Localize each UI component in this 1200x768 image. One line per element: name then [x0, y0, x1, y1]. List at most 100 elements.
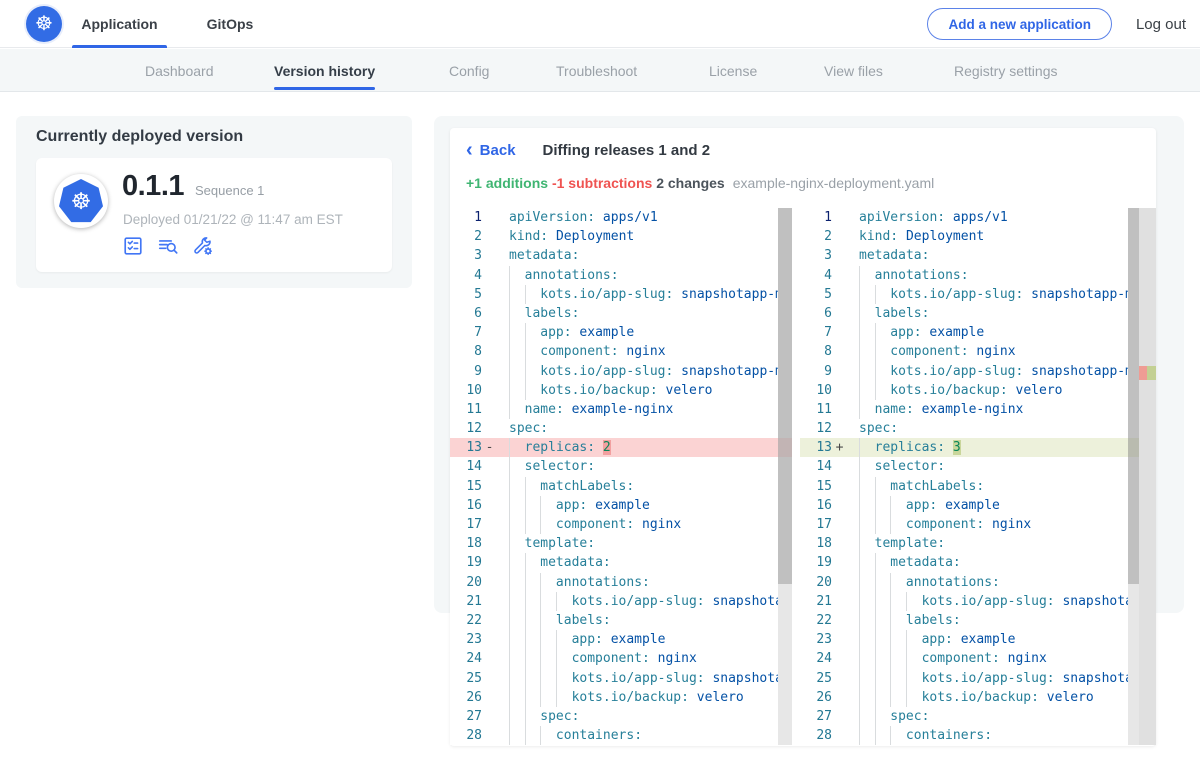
- add-application-button[interactable]: Add a new application: [927, 8, 1112, 40]
- nav-tab-gitops[interactable]: GitOps: [198, 0, 262, 47]
- line-number: 8: [450, 342, 482, 361]
- diff-marker: [482, 496, 497, 515]
- indent-guide: [525, 707, 541, 726]
- indent-guide: [859, 304, 875, 323]
- code-line: 10kots.io/backup: velero: [800, 381, 1156, 400]
- code-text: component: nginx: [497, 515, 792, 534]
- code-line: 9kots.io/app-slug: snapshotapp-mu: [450, 362, 792, 381]
- editor-scrollbar[interactable]: [778, 208, 792, 745]
- yaml-key: component:: [890, 344, 968, 359]
- yaml-value: snapshotapp-mu: [1031, 287, 1141, 302]
- indent-guide: [890, 688, 906, 707]
- yaml-key: annotations:: [556, 575, 650, 590]
- diff-marker: [832, 669, 847, 688]
- indent-guide: [525, 285, 541, 304]
- yaml-value: example: [595, 498, 650, 513]
- indent-guide: [859, 688, 875, 707]
- yaml-key: apiVersion:: [509, 210, 595, 225]
- indent-guide: [859, 553, 875, 572]
- line-number: 18: [800, 534, 832, 553]
- subtab-version-history[interactable]: Version history: [274, 49, 375, 92]
- subtab-config[interactable]: Config: [449, 49, 489, 92]
- subtab-troubleshoot[interactable]: Troubleshoot: [556, 49, 637, 92]
- code-line: 18template:: [450, 534, 792, 553]
- yaml-value: nginx: [1008, 651, 1047, 666]
- indent-guide: [875, 553, 891, 572]
- indent-guide: [509, 362, 525, 381]
- line-number: 16: [450, 496, 482, 515]
- code-text: app: example: [847, 323, 1156, 342]
- code-line: 4annotations:: [450, 266, 792, 285]
- yaml-value: example: [579, 325, 634, 340]
- code-line: 5kots.io/app-slug: snapshotapp-mu: [800, 285, 1156, 304]
- subtab-registry-settings[interactable]: Registry settings: [954, 49, 1057, 92]
- code-text: spec:: [497, 419, 792, 438]
- code-line: 15matchLabels:: [450, 477, 792, 496]
- indent-guide: [525, 477, 541, 496]
- yaml-key: labels:: [525, 306, 580, 321]
- logout-button[interactable]: Log out: [1136, 0, 1186, 48]
- indent-guide: [525, 592, 541, 611]
- indent-guide: [540, 496, 556, 515]
- overview-ruler: [1139, 208, 1156, 745]
- editor-scrollbar[interactable]: [1128, 208, 1139, 745]
- code-line: 24component: nginx: [450, 649, 792, 668]
- indent-guide: [525, 553, 541, 572]
- ruler-deletion-mark: [1139, 366, 1147, 380]
- indent-guide: [556, 630, 572, 649]
- indent-guide: [509, 285, 525, 304]
- code-line: 17component: nginx: [450, 515, 792, 534]
- code-text: kots.io/backup: velero: [497, 688, 792, 707]
- yaml-value: example: [929, 325, 984, 340]
- code-line: 13+replicas: 3: [800, 438, 1156, 457]
- code-text: spec:: [847, 419, 1156, 438]
- back-button[interactable]: ‹ Back: [466, 142, 516, 159]
- diff-editor-original[interactable]: 1apiVersion: apps/v12kind: Deployment3me…: [450, 208, 792, 745]
- indent-guide: [875, 342, 891, 361]
- code-line: 7app: example: [800, 323, 1156, 342]
- indent-guide: [509, 726, 525, 745]
- diff-marker: [832, 688, 847, 707]
- code-line: 27spec:: [800, 707, 1156, 726]
- code-text: annotations:: [497, 573, 792, 592]
- diff-marker: [832, 342, 847, 361]
- line-number: 4: [800, 266, 832, 285]
- indent-guide: [509, 534, 525, 553]
- yaml-key: kots.io/app-slug:: [572, 594, 705, 609]
- code-line: 17component: nginx: [800, 515, 1156, 534]
- subtab-view-files[interactable]: View files: [824, 49, 883, 92]
- indent-guide: [875, 707, 891, 726]
- yaml-key: app:: [540, 325, 571, 340]
- deploy-checklist-icon[interactable]: [122, 235, 144, 257]
- code-text: apiVersion: apps/v1: [497, 208, 792, 227]
- yaml-value: example: [611, 632, 666, 647]
- line-number: 24: [800, 649, 832, 668]
- subtab-dashboard[interactable]: Dashboard: [145, 49, 214, 92]
- indent-guide: [525, 649, 541, 668]
- diff-editor-modified[interactable]: 1apiVersion: apps/v12kind: Deployment3me…: [800, 208, 1156, 745]
- diff-marker: [832, 381, 847, 400]
- view-logs-icon[interactable]: [157, 235, 179, 257]
- indent-guide: [859, 285, 875, 304]
- diff-marker: [482, 726, 497, 745]
- yaml-value: snapshotapp-mu: [1031, 364, 1141, 379]
- code-text: component: nginx: [847, 515, 1156, 534]
- code-line: 19metadata:: [800, 553, 1156, 572]
- code-text: annotations:: [847, 573, 1156, 592]
- nav-tab-application[interactable]: Application: [72, 0, 167, 47]
- yaml-key: kots.io/app-slug:: [890, 364, 1023, 379]
- code-text: selector:: [497, 457, 792, 476]
- yaml-value: nginx: [658, 651, 697, 666]
- yaml-key: template:: [875, 536, 945, 551]
- line-number: 5: [450, 285, 482, 304]
- indent-guide: [540, 669, 556, 688]
- tools-gear-icon[interactable]: [192, 235, 214, 257]
- indent-guide: [525, 342, 541, 361]
- subtab-license[interactable]: License: [709, 49, 757, 92]
- line-number: 25: [800, 669, 832, 688]
- diff-marker: [482, 208, 497, 227]
- kubernetes-logo-icon: ☸: [26, 6, 62, 42]
- indent-guide: [525, 573, 541, 592]
- indent-guide: [525, 362, 541, 381]
- indent-guide: [906, 592, 922, 611]
